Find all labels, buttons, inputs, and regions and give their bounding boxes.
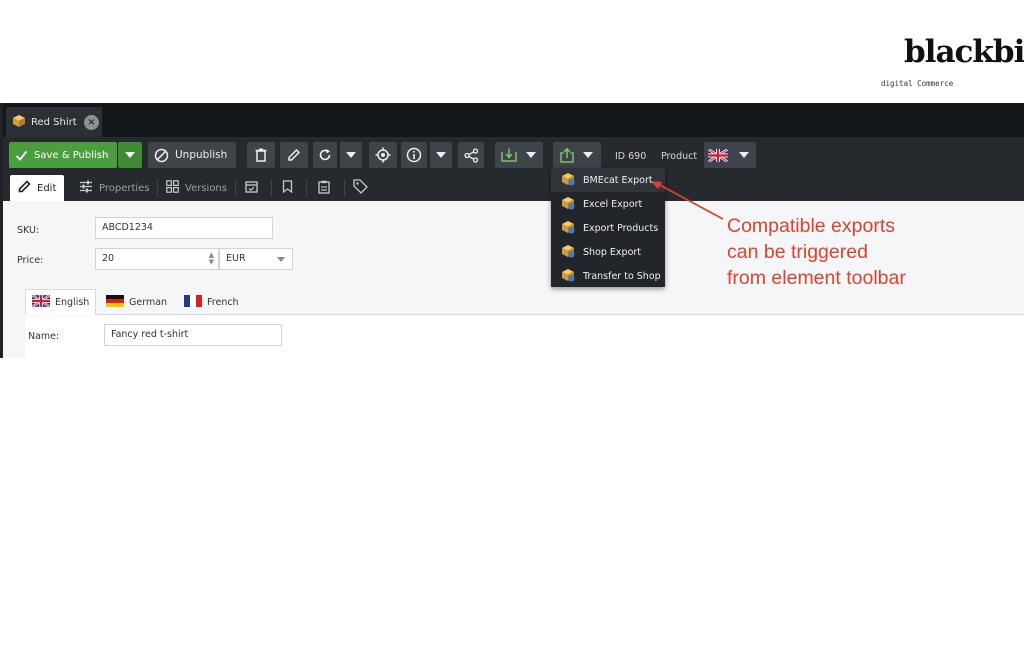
annotation-line: from element toolbar bbox=[727, 267, 906, 289]
annotation-line: can be triggered bbox=[727, 241, 868, 263]
annotation-arrow bbox=[651, 181, 724, 220]
annotation-callout: Compatible exports can be triggered from… bbox=[727, 213, 1007, 291]
annotation-line: Compatible exports bbox=[727, 215, 895, 237]
